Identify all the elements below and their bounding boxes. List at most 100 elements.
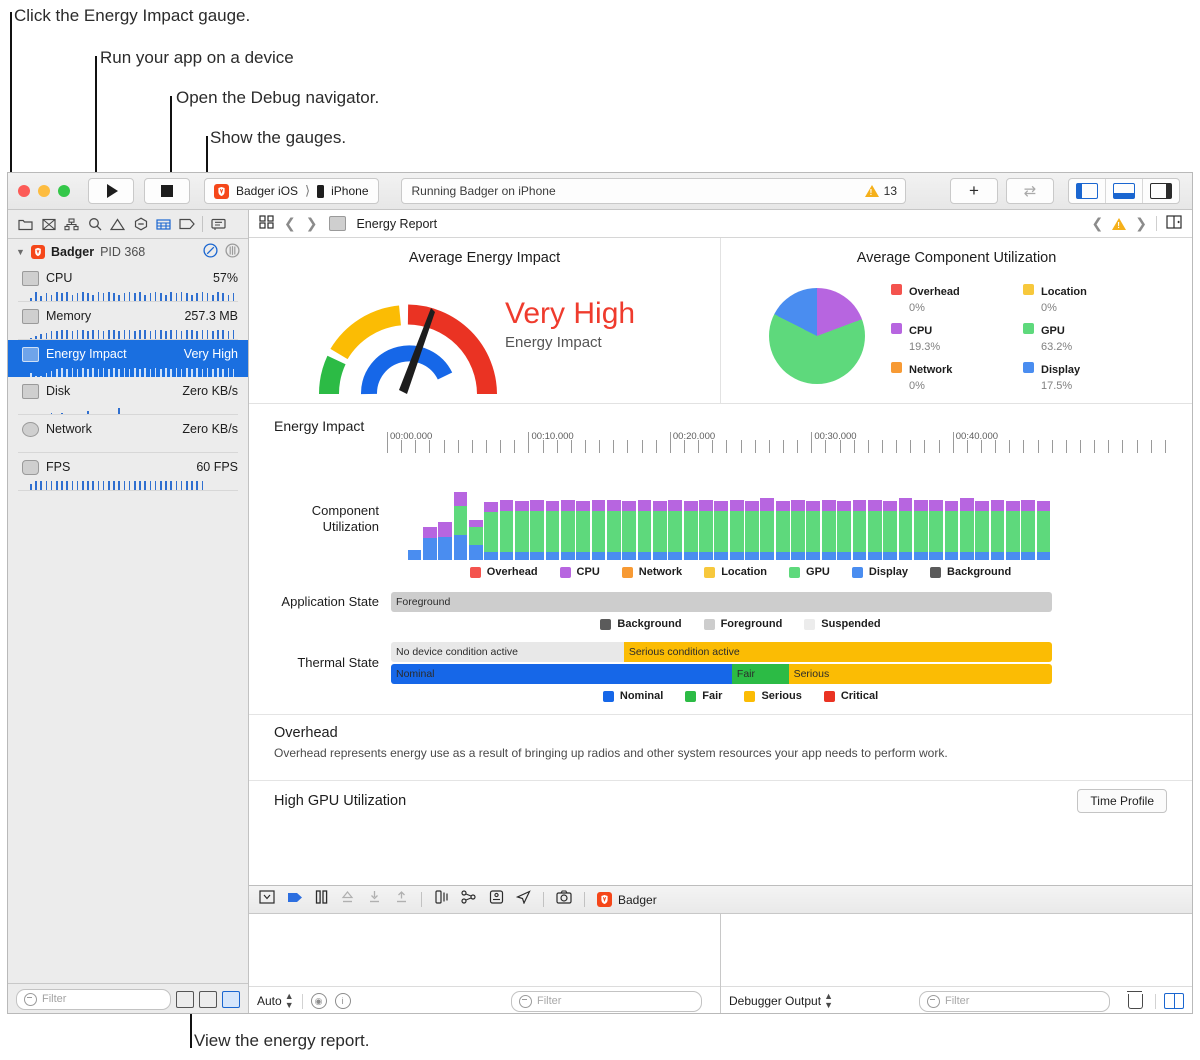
- ruler-label: 00:00.000: [390, 431, 433, 442]
- gauge-value: Zero KB/s: [182, 422, 238, 436]
- label-line: Component: [311, 502, 379, 518]
- toggle-inspector-button[interactable]: [1143, 179, 1179, 203]
- simulate-location-icon[interactable]: [515, 890, 531, 909]
- gauge-row-disk[interactable]: Disk Zero KB/s: [8, 377, 248, 405]
- stacked-bar: [959, 497, 974, 560]
- clear-console-icon[interactable]: [1127, 990, 1143, 1009]
- navigator-filter-input[interactable]: Filter: [16, 988, 171, 1010]
- step-out-icon[interactable]: [394, 890, 409, 909]
- report-navigator-icon[interactable]: [207, 213, 230, 235]
- legend-item: Network 0%: [891, 360, 1009, 392]
- gauge-row-energy-impact[interactable]: Energy Impact Very High: [8, 340, 248, 368]
- issue-warning-icon: [1112, 217, 1127, 230]
- memory-graph-icon[interactable]: [461, 890, 477, 909]
- symbol-hierarchy-icon[interactable]: [60, 213, 83, 235]
- minimize-button[interactable]: [38, 185, 50, 197]
- bar-segment-gpu: [1021, 510, 1036, 552]
- breadcrumb[interactable]: Energy Report: [356, 217, 437, 231]
- stacked-bar: [944, 501, 959, 560]
- thermal-state-segment: Nominal: [391, 664, 732, 684]
- process-pid: PID 368: [100, 244, 146, 259]
- energy-impact-gauge[interactable]: [309, 290, 509, 400]
- next-issue-button[interactable]: ❯: [1135, 215, 1147, 232]
- memory-graph-icon[interactable]: [225, 242, 240, 261]
- view-hierarchy-icon[interactable]: [434, 890, 449, 909]
- variables-scope-popup[interactable]: Auto ▲ ▼: [257, 992, 294, 1010]
- gauge-item-fps[interactable]: FPS 60 FPS: [8, 453, 248, 491]
- legend-label: Network: [638, 566, 683, 578]
- gauge-row-fps[interactable]: FPS 60 FPS: [8, 453, 248, 481]
- environment-overrides-icon[interactable]: [489, 890, 504, 909]
- assistant-editor-icon[interactable]: [1166, 215, 1182, 232]
- gauge-item-cpu[interactable]: CPU 57%: [8, 264, 248, 302]
- disclosure-triangle-icon[interactable]: ▼: [16, 247, 25, 257]
- debug-navigator-icon[interactable]: [152, 213, 175, 235]
- stop-button[interactable]: [144, 178, 190, 204]
- gauge-item-network[interactable]: Network Zero KB/s: [8, 415, 248, 453]
- toggle-navigator-button[interactable]: [1069, 179, 1106, 203]
- scheme-selector[interactable]: Badger iOS ⟩ iPhone: [204, 178, 379, 204]
- search-icon[interactable]: [83, 213, 106, 235]
- ruler-minor-tick: [1037, 440, 1039, 453]
- related-items-icon[interactable]: [259, 215, 274, 232]
- process-row[interactable]: ▼ Badger PID 368: [8, 239, 248, 264]
- disk-sparkline: [30, 405, 238, 414]
- stacked-bar: [453, 491, 468, 560]
- gauge-row-memory[interactable]: Memory 257.3 MB: [8, 302, 248, 330]
- scheme-name: Badger iOS: [236, 184, 299, 198]
- watch-icon[interactable]: ◉: [310, 993, 327, 1009]
- zoom-button[interactable]: [58, 185, 70, 197]
- ruler-minor-tick: [740, 440, 742, 453]
- continue-icon[interactable]: [287, 891, 303, 909]
- toggle-debug-area-button[interactable]: [1106, 179, 1143, 203]
- step-into-icon[interactable]: [367, 890, 382, 909]
- editor-panels-segmented[interactable]: [1068, 178, 1180, 204]
- info-icon[interactable]: i: [334, 993, 351, 1009]
- breakpoint-icon[interactable]: [175, 213, 198, 235]
- gauge-item-memory[interactable]: Memory 257.3 MB: [8, 302, 248, 340]
- warning-icon[interactable]: [106, 213, 129, 235]
- bar-segment-display: [683, 551, 698, 560]
- console-scope-popup[interactable]: Debugger Output ▲ ▼: [729, 992, 833, 1010]
- gauge-row-network[interactable]: Network Zero KB/s: [8, 415, 248, 443]
- forward-button[interactable]: ❯: [306, 215, 318, 232]
- gauge-item-energy-impact[interactable]: Energy Impact Very High: [8, 340, 248, 377]
- add-editor-button[interactable]: +: [950, 178, 998, 204]
- filter-by-process-button[interactable]: [176, 990, 194, 1008]
- ruler-minor-tick: [457, 440, 459, 453]
- folder-icon[interactable]: [14, 213, 37, 235]
- ruler-minor-tick: [641, 440, 643, 453]
- pause-icon[interactable]: [315, 890, 328, 909]
- run-button[interactable]: [88, 178, 134, 204]
- gauge-item-disk[interactable]: Disk Zero KB/s: [8, 377, 248, 415]
- legend-item: Background: [930, 566, 1011, 578]
- bar-segment-cpu: [545, 501, 560, 511]
- hide-debug-area-icon[interactable]: [259, 890, 275, 909]
- view-ui-hierarchy-icon[interactable]: [203, 242, 218, 261]
- legend-swatch-foreground: [703, 618, 715, 630]
- ruler-label: 00:20.000: [672, 431, 716, 442]
- back-button[interactable]: ❮: [284, 215, 296, 232]
- component-utilization-chart: [391, 478, 1052, 560]
- screenshot-icon[interactable]: [556, 890, 572, 909]
- legend-item: Serious: [744, 690, 802, 702]
- warning-badge[interactable]: 13: [864, 184, 897, 198]
- process-name: Badger: [51, 244, 95, 259]
- ruler-minor-tick: [401, 440, 403, 453]
- filter-icon: [24, 992, 37, 1006]
- variables-filter-input[interactable]: Filter: [511, 990, 702, 1012]
- application-state-bar: Foreground: [391, 592, 1052, 612]
- split-console-icon[interactable]: [1164, 993, 1184, 1009]
- source-control-icon[interactable]: [37, 213, 60, 235]
- step-over-icon[interactable]: [340, 890, 355, 909]
- filter-by-gauges-button[interactable]: [222, 990, 240, 1008]
- test-icon[interactable]: [129, 213, 152, 235]
- console-filter-input[interactable]: Filter: [919, 990, 1110, 1012]
- time-profile-button[interactable]: Time Profile: [1077, 789, 1167, 813]
- gauge-row-cpu[interactable]: CPU 57%: [8, 264, 248, 292]
- previous-issue-button[interactable]: ❮: [1092, 215, 1104, 232]
- close-button[interactable]: [18, 185, 30, 197]
- filter-by-thread-button[interactable]: [199, 990, 217, 1008]
- swap-editor-button[interactable]: ⇄: [1006, 178, 1054, 204]
- bar-segment-cpu: [468, 519, 483, 528]
